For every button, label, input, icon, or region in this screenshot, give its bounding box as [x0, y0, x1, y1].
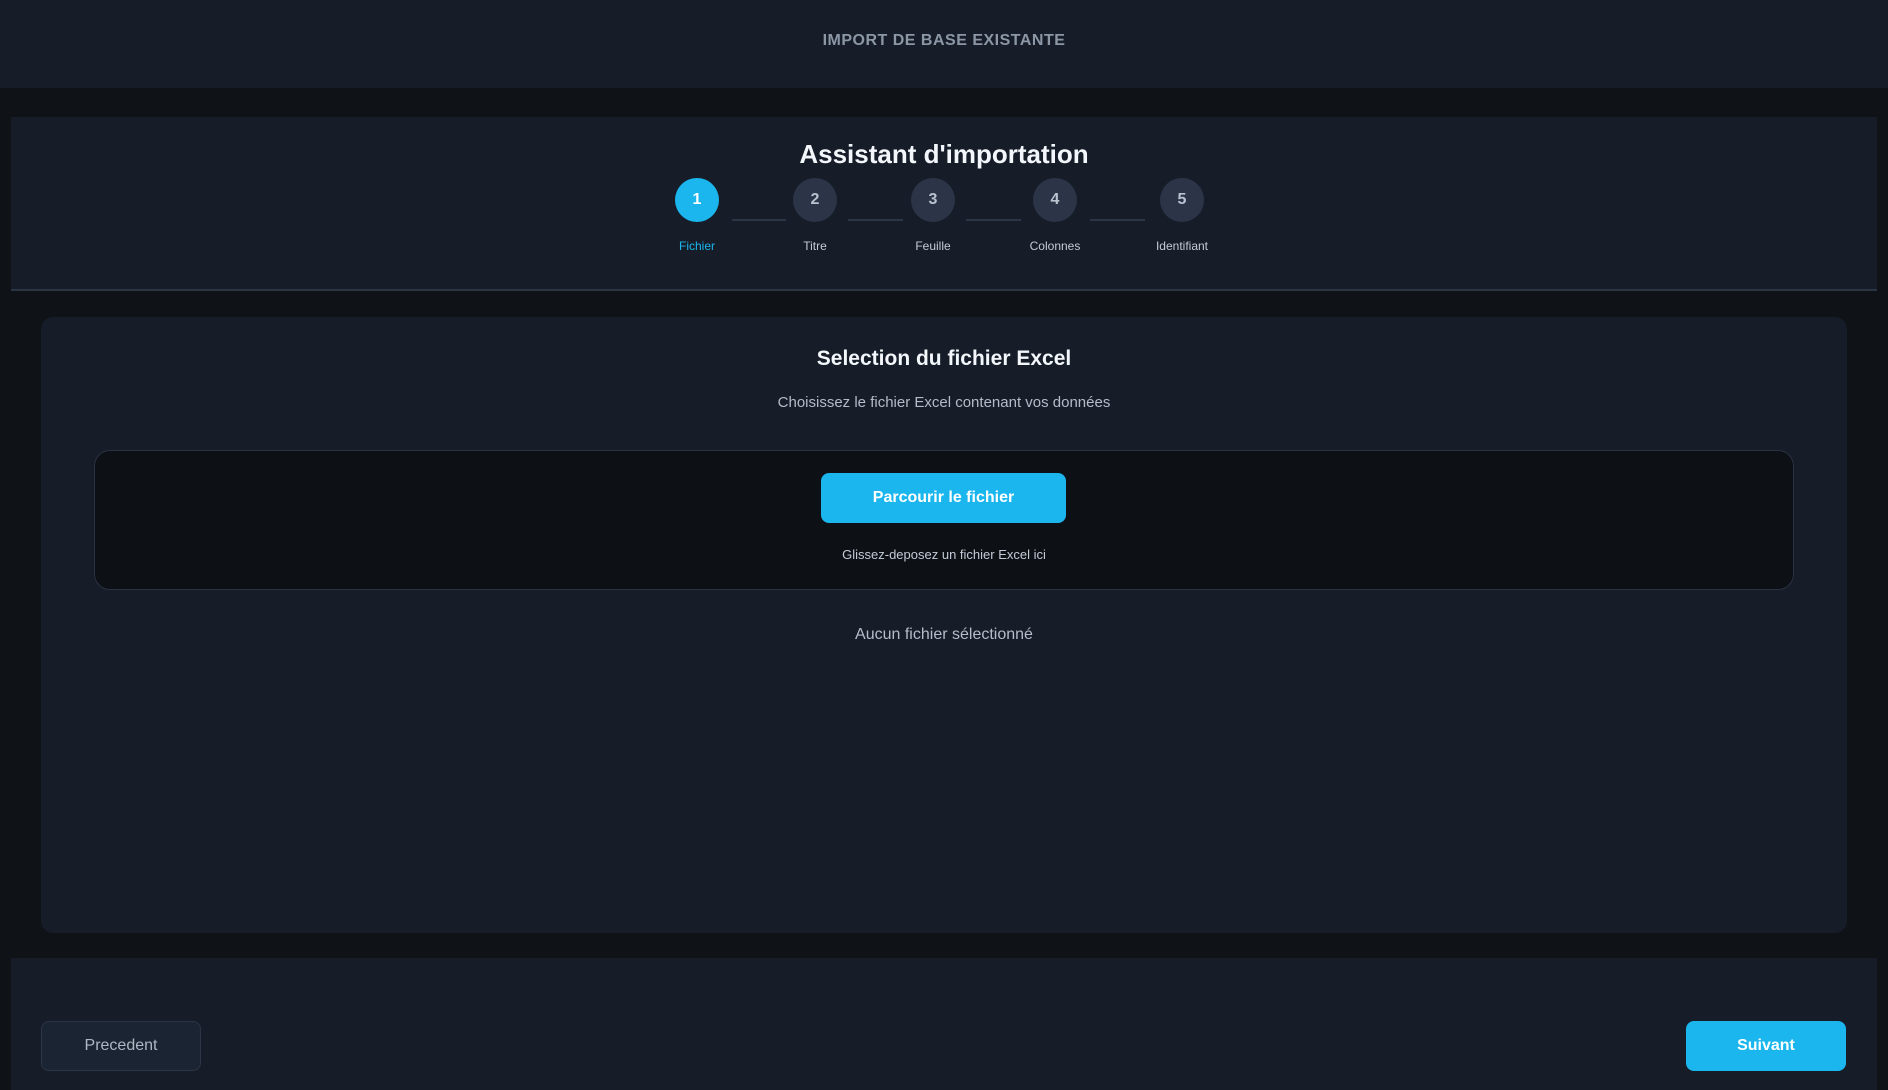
step-label: Colonnes [1029, 239, 1081, 253]
step-colonnes[interactable]: 4 Colonnes [995, 178, 1115, 253]
step-fichier[interactable]: 1 Fichier [637, 178, 757, 253]
card-title: Selection du fichier Excel [816, 347, 1072, 370]
drop-hint: Glissez-deposez un fichier Excel ici [842, 547, 1046, 562]
file-selection-card: Selection du fichier Excel Choisissez le… [41, 317, 1847, 933]
wizard-title: Assistant d'importation [799, 139, 1089, 169]
wizard-footer: Precedent Suivant [11, 958, 1877, 1090]
step-label: Identifiant [1155, 239, 1209, 253]
step-number: 3 [911, 178, 955, 222]
step-number: 1 [675, 178, 719, 222]
step-number: 2 [793, 178, 837, 222]
step-label: Titre [803, 239, 827, 253]
step-label: Fichier [678, 239, 715, 253]
step-titre[interactable]: 2 Titre [755, 178, 875, 253]
step-identifiant[interactable]: 5 Identifiant [1122, 178, 1242, 253]
wizard-header: Assistant d'importation 1 Fichier 2 Titr… [11, 117, 1877, 291]
page-title: IMPORT DE BASE EXISTANTE [822, 32, 1066, 49]
card-subtitle: Choisissez le fichier Excel contenant vo… [777, 394, 1111, 411]
step-feuille[interactable]: 3 Feuille [873, 178, 993, 253]
top-bar: IMPORT DE BASE EXISTANTE [0, 0, 1888, 88]
browse-file-button[interactable]: Parcourir le fichier [821, 473, 1066, 523]
previous-button[interactable]: Precedent [41, 1021, 201, 1071]
step-number: 5 [1160, 178, 1204, 222]
next-button[interactable]: Suivant [1686, 1021, 1846, 1071]
file-dropzone[interactable]: Parcourir le fichier Glissez-deposez un … [94, 450, 1794, 590]
file-status: Aucun fichier sélectionné [855, 626, 1033, 643]
step-number: 4 [1033, 178, 1077, 222]
step-label: Feuille [915, 239, 951, 253]
